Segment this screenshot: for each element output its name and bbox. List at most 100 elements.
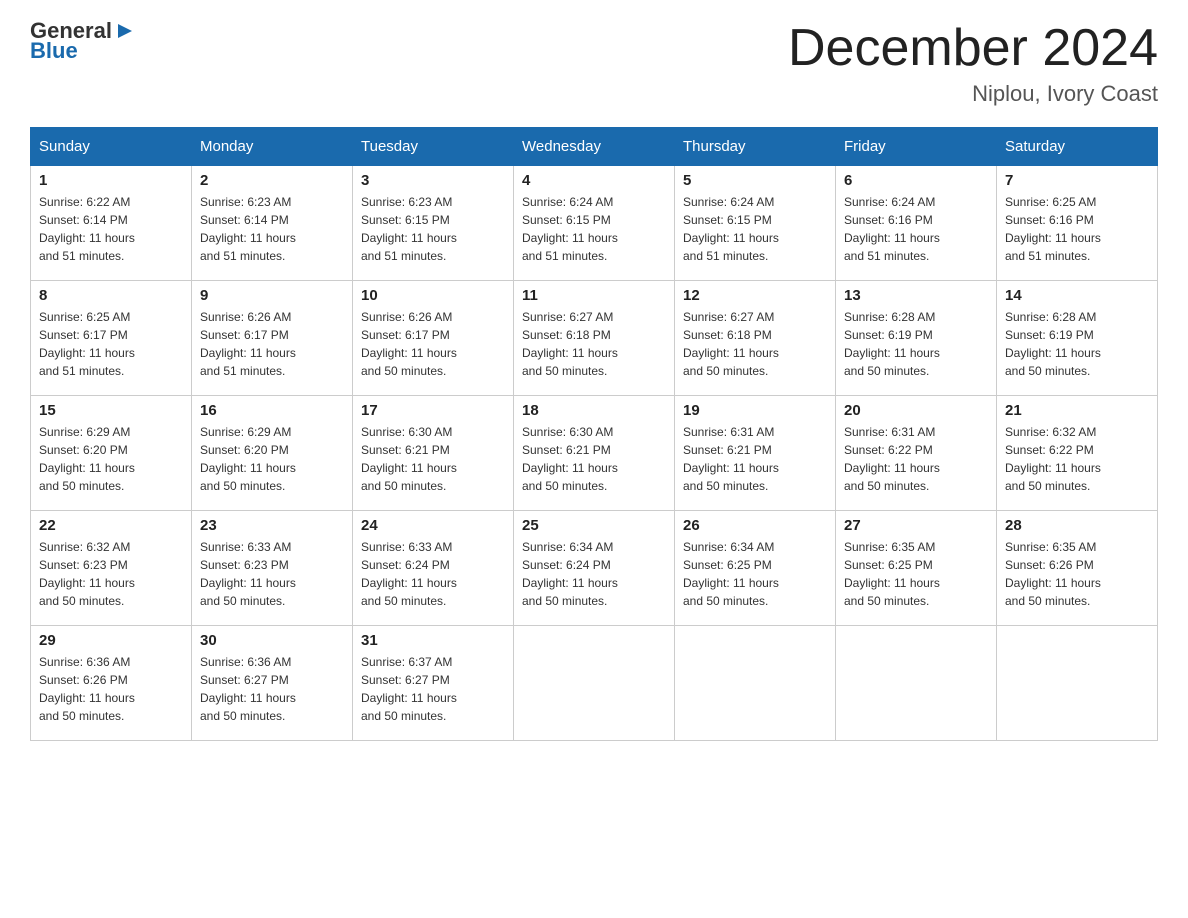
calendar-cell: 10 Sunrise: 6:26 AM Sunset: 6:17 PM Dayl…: [353, 281, 514, 396]
logo: General Blue: [30, 20, 136, 62]
calendar-cell: 27 Sunrise: 6:35 AM Sunset: 6:25 PM Dayl…: [836, 511, 997, 626]
day-info: Sunrise: 6:31 AM Sunset: 6:22 PM Dayligh…: [844, 423, 988, 495]
weekday-header-monday: Monday: [192, 128, 353, 166]
calendar-cell: 2 Sunrise: 6:23 AM Sunset: 6:14 PM Dayli…: [192, 166, 353, 281]
day-number: 7: [1005, 172, 1149, 189]
day-number: 18: [522, 402, 666, 419]
day-info: Sunrise: 6:34 AM Sunset: 6:25 PM Dayligh…: [683, 538, 827, 610]
day-info: Sunrise: 6:24 AM Sunset: 6:16 PM Dayligh…: [844, 193, 988, 265]
calendar-cell: 19 Sunrise: 6:31 AM Sunset: 6:21 PM Dayl…: [675, 396, 836, 511]
day-info: Sunrise: 6:29 AM Sunset: 6:20 PM Dayligh…: [39, 423, 183, 495]
day-number: 11: [522, 287, 666, 304]
logo-blue: Blue: [30, 40, 78, 62]
calendar-cell: 8 Sunrise: 6:25 AM Sunset: 6:17 PM Dayli…: [31, 281, 192, 396]
calendar-cell: 4 Sunrise: 6:24 AM Sunset: 6:15 PM Dayli…: [514, 166, 675, 281]
day-number: 24: [361, 517, 505, 534]
day-info: Sunrise: 6:25 AM Sunset: 6:17 PM Dayligh…: [39, 308, 183, 380]
day-info: Sunrise: 6:33 AM Sunset: 6:24 PM Dayligh…: [361, 538, 505, 610]
day-info: Sunrise: 6:29 AM Sunset: 6:20 PM Dayligh…: [200, 423, 344, 495]
day-info: Sunrise: 6:30 AM Sunset: 6:21 PM Dayligh…: [522, 423, 666, 495]
day-info: Sunrise: 6:35 AM Sunset: 6:26 PM Dayligh…: [1005, 538, 1149, 610]
logo-arrow-icon: [114, 20, 136, 42]
day-number: 10: [361, 287, 505, 304]
calendar-cell: 15 Sunrise: 6:29 AM Sunset: 6:20 PM Dayl…: [31, 396, 192, 511]
day-number: 2: [200, 172, 344, 189]
weekday-header-thursday: Thursday: [675, 128, 836, 166]
day-info: Sunrise: 6:31 AM Sunset: 6:21 PM Dayligh…: [683, 423, 827, 495]
calendar-cell: 31 Sunrise: 6:37 AM Sunset: 6:27 PM Dayl…: [353, 626, 514, 741]
day-info: Sunrise: 6:33 AM Sunset: 6:23 PM Dayligh…: [200, 538, 344, 610]
day-number: 4: [522, 172, 666, 189]
calendar-cell: 14 Sunrise: 6:28 AM Sunset: 6:19 PM Dayl…: [997, 281, 1158, 396]
calendar-week-row: 29 Sunrise: 6:36 AM Sunset: 6:26 PM Dayl…: [31, 626, 1158, 741]
calendar-cell: 18 Sunrise: 6:30 AM Sunset: 6:21 PM Dayl…: [514, 396, 675, 511]
day-number: 31: [361, 632, 505, 649]
calendar-subtitle: Niplou, Ivory Coast: [788, 81, 1158, 107]
weekday-header-row: SundayMondayTuesdayWednesdayThursdayFrid…: [31, 128, 1158, 166]
day-number: 25: [522, 517, 666, 534]
day-number: 28: [1005, 517, 1149, 534]
day-number: 3: [361, 172, 505, 189]
day-info: Sunrise: 6:27 AM Sunset: 6:18 PM Dayligh…: [522, 308, 666, 380]
calendar-cell: 17 Sunrise: 6:30 AM Sunset: 6:21 PM Dayl…: [353, 396, 514, 511]
day-number: 26: [683, 517, 827, 534]
calendar-cell: 21 Sunrise: 6:32 AM Sunset: 6:22 PM Dayl…: [997, 396, 1158, 511]
day-info: Sunrise: 6:25 AM Sunset: 6:16 PM Dayligh…: [1005, 193, 1149, 265]
day-info: Sunrise: 6:24 AM Sunset: 6:15 PM Dayligh…: [683, 193, 827, 265]
calendar-cell: [514, 626, 675, 741]
calendar-cell: 23 Sunrise: 6:33 AM Sunset: 6:23 PM Dayl…: [192, 511, 353, 626]
day-number: 29: [39, 632, 183, 649]
day-info: Sunrise: 6:28 AM Sunset: 6:19 PM Dayligh…: [844, 308, 988, 380]
day-info: Sunrise: 6:23 AM Sunset: 6:14 PM Dayligh…: [200, 193, 344, 265]
calendar-cell: [997, 626, 1158, 741]
day-info: Sunrise: 6:32 AM Sunset: 6:23 PM Dayligh…: [39, 538, 183, 610]
day-info: Sunrise: 6:24 AM Sunset: 6:15 PM Dayligh…: [522, 193, 666, 265]
weekday-header-saturday: Saturday: [997, 128, 1158, 166]
day-number: 5: [683, 172, 827, 189]
day-number: 30: [200, 632, 344, 649]
calendar-cell: 30 Sunrise: 6:36 AM Sunset: 6:27 PM Dayl…: [192, 626, 353, 741]
calendar-cell: 29 Sunrise: 6:36 AM Sunset: 6:26 PM Dayl…: [31, 626, 192, 741]
calendar-cell: [675, 626, 836, 741]
day-number: 21: [1005, 402, 1149, 419]
calendar-cell: 25 Sunrise: 6:34 AM Sunset: 6:24 PM Dayl…: [514, 511, 675, 626]
calendar-cell: 12 Sunrise: 6:27 AM Sunset: 6:18 PM Dayl…: [675, 281, 836, 396]
day-info: Sunrise: 6:37 AM Sunset: 6:27 PM Dayligh…: [361, 653, 505, 725]
day-number: 22: [39, 517, 183, 534]
day-info: Sunrise: 6:22 AM Sunset: 6:14 PM Dayligh…: [39, 193, 183, 265]
weekday-header-sunday: Sunday: [31, 128, 192, 166]
day-info: Sunrise: 6:26 AM Sunset: 6:17 PM Dayligh…: [361, 308, 505, 380]
calendar-cell: [836, 626, 997, 741]
day-number: 20: [844, 402, 988, 419]
weekday-header-tuesday: Tuesday: [353, 128, 514, 166]
day-info: Sunrise: 6:30 AM Sunset: 6:21 PM Dayligh…: [361, 423, 505, 495]
day-number: 27: [844, 517, 988, 534]
day-info: Sunrise: 6:36 AM Sunset: 6:27 PM Dayligh…: [200, 653, 344, 725]
calendar-cell: 22 Sunrise: 6:32 AM Sunset: 6:23 PM Dayl…: [31, 511, 192, 626]
calendar-cell: 11 Sunrise: 6:27 AM Sunset: 6:18 PM Dayl…: [514, 281, 675, 396]
day-number: 14: [1005, 287, 1149, 304]
page-header: General Blue December 2024 Niplou, Ivory…: [30, 20, 1158, 107]
weekday-header-wednesday: Wednesday: [514, 128, 675, 166]
day-info: Sunrise: 6:26 AM Sunset: 6:17 PM Dayligh…: [200, 308, 344, 380]
calendar-title: December 2024: [788, 20, 1158, 77]
calendar-week-row: 8 Sunrise: 6:25 AM Sunset: 6:17 PM Dayli…: [31, 281, 1158, 396]
calendar-cell: 20 Sunrise: 6:31 AM Sunset: 6:22 PM Dayl…: [836, 396, 997, 511]
day-number: 16: [200, 402, 344, 419]
weekday-header-friday: Friday: [836, 128, 997, 166]
calendar-table: SundayMondayTuesdayWednesdayThursdayFrid…: [30, 127, 1158, 741]
day-number: 23: [200, 517, 344, 534]
day-info: Sunrise: 6:35 AM Sunset: 6:25 PM Dayligh…: [844, 538, 988, 610]
day-number: 9: [200, 287, 344, 304]
calendar-cell: 7 Sunrise: 6:25 AM Sunset: 6:16 PM Dayli…: [997, 166, 1158, 281]
calendar-cell: 1 Sunrise: 6:22 AM Sunset: 6:14 PM Dayli…: [31, 166, 192, 281]
day-number: 6: [844, 172, 988, 189]
day-number: 17: [361, 402, 505, 419]
calendar-cell: 16 Sunrise: 6:29 AM Sunset: 6:20 PM Dayl…: [192, 396, 353, 511]
day-number: 13: [844, 287, 988, 304]
title-block: December 2024 Niplou, Ivory Coast: [788, 20, 1158, 107]
day-number: 12: [683, 287, 827, 304]
day-number: 19: [683, 402, 827, 419]
calendar-cell: 28 Sunrise: 6:35 AM Sunset: 6:26 PM Dayl…: [997, 511, 1158, 626]
day-number: 15: [39, 402, 183, 419]
